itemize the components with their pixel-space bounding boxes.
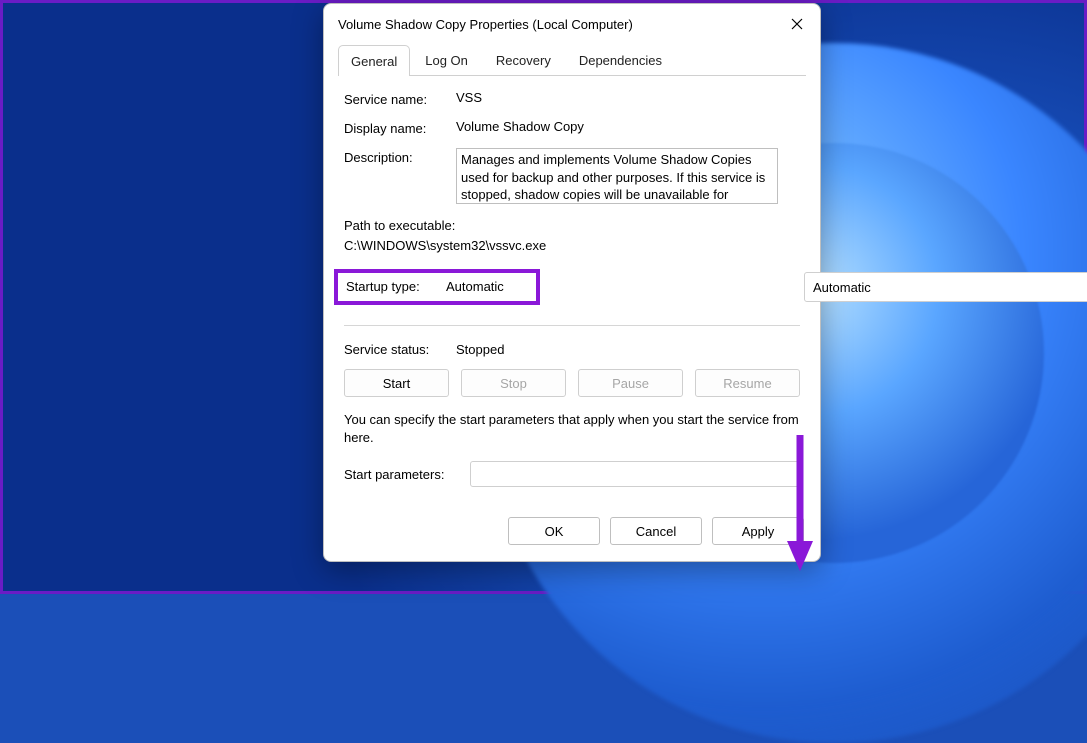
row-description: Description: Manages and implements Volu… [344,148,800,204]
close-icon [791,18,803,30]
label-description: Description: [344,148,456,165]
cancel-button[interactable]: Cancel [610,517,702,545]
label-service-status: Service status: [344,342,456,357]
service-control-buttons: Start Stop Pause Resume [344,369,800,397]
apply-button[interactable]: Apply [712,517,804,545]
startup-type-select[interactable]: Automatic ⌄ [804,272,1087,302]
label-startup-type: Startup type: [346,279,446,294]
close-button[interactable] [788,15,806,33]
label-path: Path to executable: [344,216,800,236]
ok-button[interactable]: OK [508,517,600,545]
label-start-params: Start parameters: [344,467,462,482]
label-display-name: Display name: [344,119,456,136]
properties-dialog: Volume Shadow Copy Properties (Local Com… [323,3,821,562]
tab-general[interactable]: General [338,45,410,76]
tab-recovery[interactable]: Recovery [483,44,564,75]
tab-dependencies[interactable]: Dependencies [566,44,675,75]
start-params-input[interactable] [470,461,800,487]
tab-log-on[interactable]: Log On [412,44,481,75]
dialog-buttons: OK Cancel Apply [324,507,820,561]
row-display-name: Display name: Volume Shadow Copy [344,119,800,136]
startup-type-selected: Automatic [813,280,871,295]
row-path: Path to executable: C:\WINDOWS\system32\… [344,216,800,255]
row-service-name: Service name: VSS [344,90,800,107]
label-service-name: Service name: [344,90,456,107]
start-button[interactable]: Start [344,369,449,397]
value-service-name: VSS [456,90,482,105]
tab-panel-general: Service name: VSS Display name: Volume S… [324,76,820,507]
pause-button: Pause [578,369,683,397]
window-title: Volume Shadow Copy Properties (Local Com… [338,17,633,32]
resume-button: Resume [695,369,800,397]
value-path: C:\WINDOWS\system32\vssvc.exe [344,236,800,256]
value-display-name: Volume Shadow Copy [456,119,584,134]
divider [344,325,800,326]
tab-bar: General Log On Recovery Dependencies [324,44,820,75]
value-service-status: Stopped [456,342,504,357]
row-start-params: Start parameters: [344,461,800,487]
value-startup-type-preview: Automatic [446,279,504,294]
description-box[interactable]: Manages and implements Volume Shadow Cop… [456,148,778,204]
row-service-status: Service status: Stopped [344,342,800,357]
highlight-startup-type: Startup type: Automatic [334,269,540,305]
titlebar: Volume Shadow Copy Properties (Local Com… [324,4,820,44]
stop-button: Stop [461,369,566,397]
start-params-hint: You can specify the start parameters tha… [344,411,800,447]
